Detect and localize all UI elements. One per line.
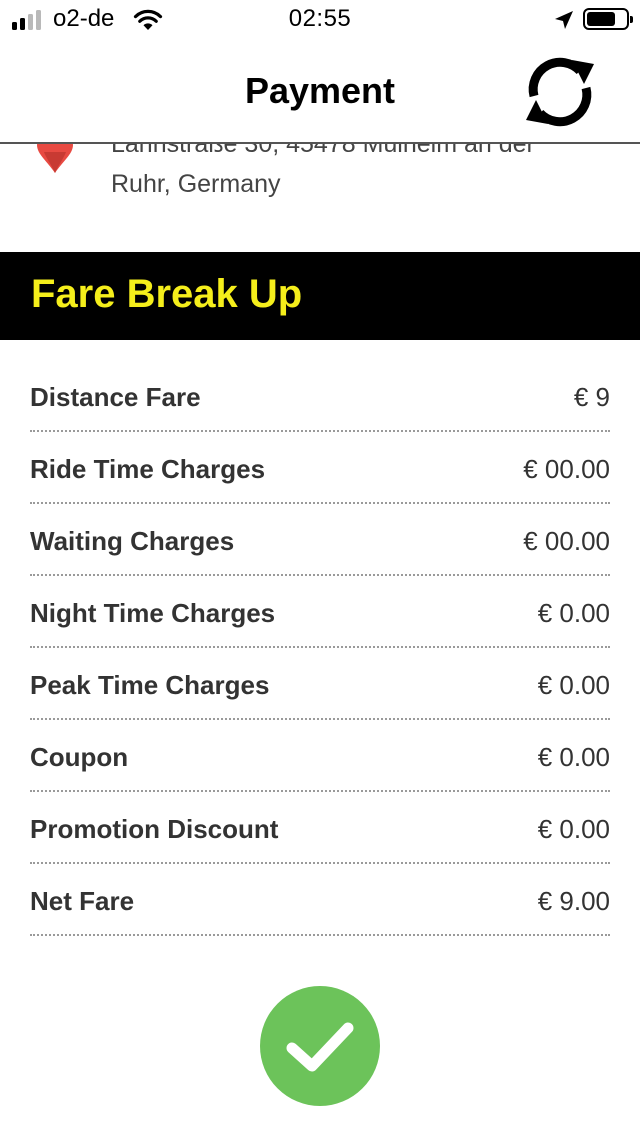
fare-row-net-fare: Net Fare € 9.00 — [30, 864, 610, 936]
fare-value: € 0.00 — [537, 598, 610, 628]
fare-label: Peak Time Charges — [30, 670, 270, 700]
fare-label: Waiting Charges — [30, 526, 235, 556]
nav-bar: Payment — [0, 40, 640, 144]
fare-row-coupon: Coupon € 0.00 — [30, 720, 610, 792]
status-time: 02:55 — [288, 5, 352, 32]
fare-label: Promotion Discount — [30, 814, 279, 844]
payment-screen: o2-de 02:55 Payment Lahnstraße 30, 45478… — [0, 0, 640, 1136]
fare-label: Ride Time Charges — [30, 454, 266, 484]
fare-row-distance: Distance Fare € 9 — [30, 360, 610, 432]
fare-value: € 0.00 — [537, 742, 610, 772]
fare-row-promotion: Promotion Discount € 0.00 — [30, 792, 610, 864]
fare-breakup-title: Fare Break Up — [31, 272, 303, 316]
status-bar: o2-de 02:55 — [0, 0, 640, 40]
refresh-icon — [526, 57, 594, 127]
fare-label: Distance Fare — [30, 382, 201, 412]
address-line-2: Ruhr, Germany — [111, 170, 281, 198]
fare-label: Night Time Charges — [30, 598, 276, 628]
checkmark-icon — [286, 1022, 354, 1072]
battery-icon — [583, 8, 633, 30]
fare-label: Coupon — [30, 742, 129, 772]
confirm-button[interactable] — [260, 986, 380, 1106]
fare-value: € 0.00 — [537, 814, 610, 844]
fare-value: € 00.00 — [523, 526, 610, 556]
fare-value: € 0.00 — [537, 670, 610, 700]
fare-row-ride-time: Ride Time Charges € 00.00 — [30, 432, 610, 504]
fare-row-night-time: Night Time Charges € 0.00 — [30, 576, 610, 648]
fare-label: Net Fare — [30, 886, 135, 916]
fare-value: € 00.00 — [523, 454, 610, 484]
fare-list: Distance Fare € 9 Ride Time Charges € 00… — [30, 360, 610, 936]
fare-breakup-header: Fare Break Up — [0, 252, 640, 340]
fare-value: € 9 — [573, 382, 610, 412]
refresh-button[interactable] — [514, 46, 606, 138]
fare-row-peak-time: Peak Time Charges € 0.00 — [30, 648, 610, 720]
fare-value: € 9.00 — [537, 886, 610, 916]
location-arrow-icon — [555, 11, 573, 29]
fare-row-waiting: Waiting Charges € 00.00 — [30, 504, 610, 576]
